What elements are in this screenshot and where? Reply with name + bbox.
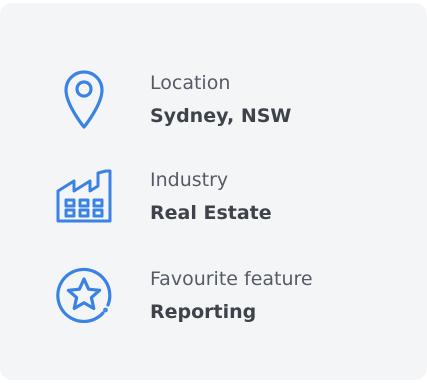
location-value: Sydney, NSW: [150, 105, 292, 127]
location-label: Location: [150, 72, 231, 94]
star-badge-icon: [48, 259, 120, 331]
industry-label: Industry: [150, 169, 229, 191]
favourite-feature-label: Favourite feature: [150, 268, 313, 290]
detail-row-location: Location Sydney, NSW: [0, 63, 427, 143]
customer-details-card: Location Sydney, NSW Industry Real Estat…: [0, 3, 427, 380]
location-pin-icon: [48, 63, 120, 135]
detail-row-favourite-feature: Favourite feature Reporting: [0, 259, 427, 339]
factory-icon: [48, 160, 120, 232]
industry-value: Real Estate: [150, 202, 272, 224]
favourite-feature-value: Reporting: [150, 301, 257, 323]
detail-row-industry: Industry Real Estate: [0, 160, 427, 240]
